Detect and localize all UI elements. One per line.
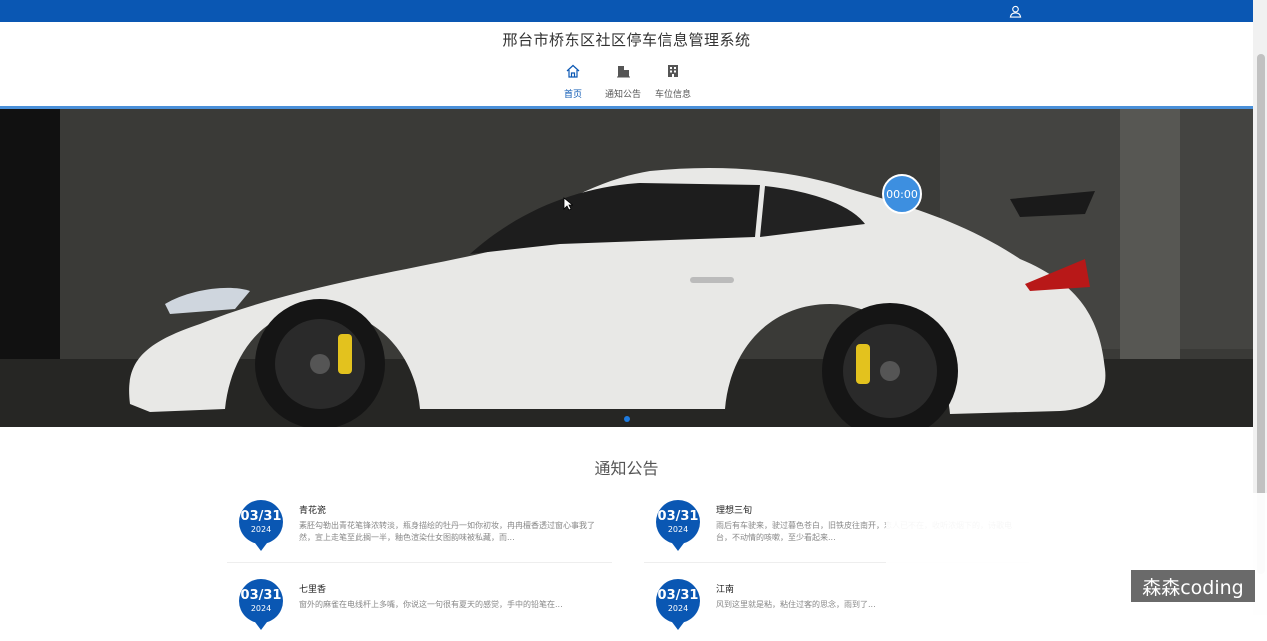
buildings-icon — [617, 66, 630, 78]
cursor-icon — [563, 197, 573, 211]
date-badge: 03/31 2024 — [239, 500, 283, 551]
notice-title: 江南 — [716, 585, 735, 595]
date-badge: 03/31 2024 — [239, 579, 283, 630]
nav-item-label: 车位信息 — [654, 90, 691, 100]
main-nav: 首页 通知公告 车位信息 — [0, 60, 1253, 106]
home-icon — [566, 64, 580, 78]
date-badge: 03/31 2024 — [656, 579, 700, 630]
notice-body: 素胚勾勒出青花笔锋浓转淡，瓶身描绘的牡丹一如你初妆，冉冉檀香透过窗心事我了然，宣… — [299, 521, 595, 542]
site-title: 邢台市桥东区社区停车信息管理系统 — [502, 31, 751, 49]
list-item[interactable]: 03/31 2024 青花瓷 素胚勾勒出青花笔锋浓转淡，瓶身描绘的牡丹一如你初妆… — [227, 500, 612, 563]
date-badge: 03/31 2024 — [656, 500, 700, 551]
banner-carousel[interactable]: 00:00 — [0, 109, 1253, 427]
timer-badge[interactable]: 00:00 — [882, 174, 922, 214]
section-title-notices: 通知公告 — [594, 459, 659, 478]
notice-title: 青花瓷 — [299, 506, 327, 516]
notice-title: 理想三旬 — [716, 506, 753, 516]
nav-item-parking[interactable]: 车位信息 — [643, 60, 703, 100]
list-item[interactable]: 03/31 2024 七里香 窗外的麻雀在电线杆上多嘴，你说这一句很有夏天的感觉… — [227, 579, 612, 641]
notice-title: 七里香 — [299, 585, 327, 595]
nav-item-label: 首页 — [563, 90, 582, 100]
user-icon[interactable] — [1009, 5, 1022, 18]
top-bar — [0, 0, 1253, 22]
nav-item-label: 通知公告 — [604, 90, 641, 100]
watermark: 森森coding — [1131, 570, 1255, 602]
banner-car-image — [0, 109, 1253, 427]
carousel-indicator[interactable] — [624, 416, 630, 422]
notice-body: 窗外的麻雀在电线杆上多嘴，你说这一句很有夏天的感觉，手中的铅笔在... — [299, 600, 563, 609]
building-icon — [668, 65, 678, 77]
